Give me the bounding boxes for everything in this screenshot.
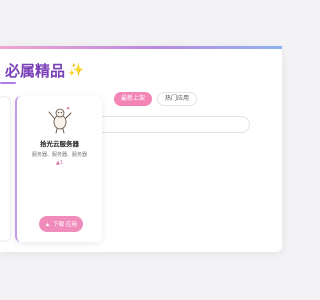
download-label: 下载 应用 bbox=[53, 222, 77, 228]
svg-text:✦: ✦ bbox=[66, 106, 70, 112]
page-title: 必属精品 ✨ bbox=[5, 60, 84, 81]
app-title: 拾光云服务器 bbox=[40, 140, 79, 148]
app-card[interactable]: ✦ 拾光云服务器 服务器、服务器、服务器 ▲1 下载 应用 bbox=[15, 96, 102, 242]
app-meta: ▲1 bbox=[55, 160, 64, 166]
category-tabs: 最新上架 热门应用 bbox=[114, 92, 198, 106]
app-description: 服务器、服务器、服务器 bbox=[31, 152, 87, 158]
tab-popular[interactable]: 热门应用 bbox=[157, 92, 198, 106]
download-icon bbox=[45, 222, 50, 226]
sparkle-icon: ✨ bbox=[68, 63, 85, 78]
tab-latest[interactable]: 最新上架 bbox=[114, 92, 153, 106]
gradient-divider bbox=[0, 46, 282, 49]
title-underline bbox=[0, 82, 16, 84]
app-card-partial[interactable] bbox=[0, 96, 11, 242]
download-button[interactable]: 下载 应用 bbox=[39, 216, 83, 232]
page-title-text: 必属精品 bbox=[5, 62, 66, 80]
app-icon: ✦ bbox=[45, 104, 75, 134]
